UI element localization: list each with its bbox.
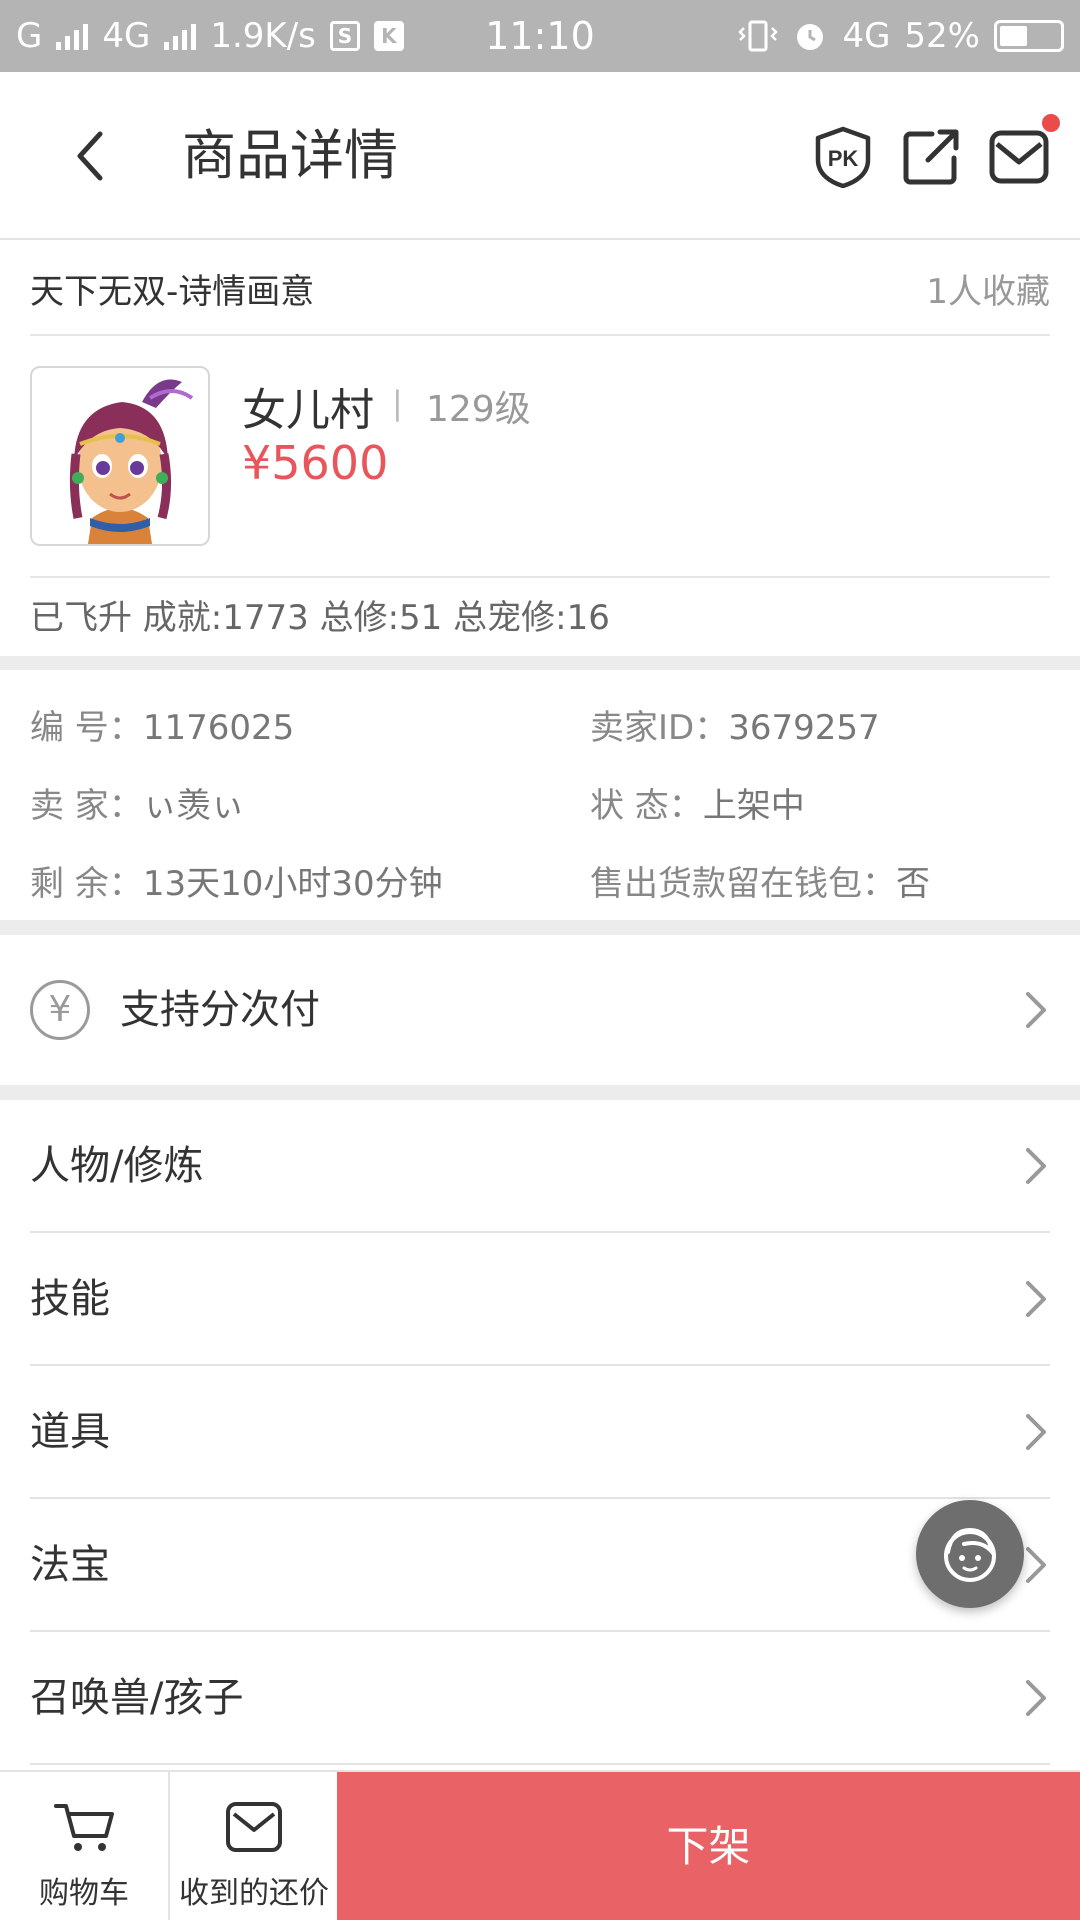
menu-item-label: 道具 xyxy=(30,1409,110,1455)
chevron-right-icon xyxy=(1026,1281,1046,1317)
info-status: 状 态：上架中 xyxy=(590,778,805,827)
cart-label: 购物车 xyxy=(39,1876,129,1911)
mail-icon xyxy=(989,130,1049,184)
cart-button[interactable]: 购物车 xyxy=(0,1772,168,1920)
section-divider xyxy=(0,1085,1080,1100)
info-remaining-label: 剩 余： xyxy=(30,864,143,904)
info-id: 编 号：1176025 xyxy=(30,700,294,749)
product-summary: 女儿村 | 129级 ¥5600 xyxy=(30,336,1050,578)
chevron-right-icon xyxy=(1026,1680,1046,1716)
battery-percent: 52% xyxy=(904,16,980,56)
pk-button[interactable]: PK xyxy=(810,124,876,190)
notification-dot xyxy=(1042,114,1060,132)
share-icon xyxy=(903,129,959,185)
character-level: 129级 xyxy=(426,389,531,430)
offers-button[interactable]: 收到的还价 xyxy=(170,1772,338,1920)
chevron-right-icon xyxy=(1026,1414,1046,1450)
listing-title-row: 天下无双-诗情画意 1人收藏 xyxy=(30,242,1050,336)
info-seller-label: 卖 家： xyxy=(30,786,143,826)
info-status-label: 状 态： xyxy=(590,786,703,826)
customer-service-button[interactable] xyxy=(916,1500,1024,1608)
info-seller-id: 卖家ID：3679257 xyxy=(590,700,880,749)
listing-info: 编 号：1176025 卖家ID：3679257 卖 家：ぃ羡ぃ 状 态：上架中… xyxy=(30,670,1050,920)
info-seller: 卖 家：ぃ羡ぃ xyxy=(30,778,245,827)
info-remaining: 剩 余：13天10小时30分钟 xyxy=(30,856,443,905)
status-bar: G 4G 1.9K/s S K 11:10 4G 52% xyxy=(0,0,1080,72)
delist-button[interactable]: 下架 xyxy=(337,1772,1080,1920)
network-type-right: 4G xyxy=(842,16,891,56)
share-button[interactable] xyxy=(898,124,964,190)
info-seller-value: ぃ羡ぃ xyxy=(142,786,245,826)
yuan-icon: ¥ xyxy=(30,980,90,1040)
svg-text:PK: PK xyxy=(828,146,859,171)
info-wallet: 售出货款留在钱包：否 xyxy=(590,856,930,905)
battery-icon xyxy=(994,20,1064,52)
info-status-value: 上架中 xyxy=(702,786,805,826)
chevron-right-icon xyxy=(1026,992,1046,1028)
installment-label: 支持分次付 xyxy=(120,987,320,1033)
info-wallet-value: 否 xyxy=(896,864,930,904)
message-button[interactable] xyxy=(986,114,1060,190)
info-seller-id-label: 卖家ID： xyxy=(590,708,729,748)
price: ¥5600 xyxy=(242,436,389,490)
info-id-label: 编 号： xyxy=(30,708,143,748)
favorites-count: 1人收藏 xyxy=(926,271,1050,312)
installment-payment-row[interactable]: ¥ 支持分次付 xyxy=(0,935,1080,1085)
customer-service-icon xyxy=(944,1527,996,1582)
info-id-value: 1176025 xyxy=(142,708,295,748)
alarm-icon xyxy=(797,24,824,50)
menu-item-treasures[interactable]: 法宝 xyxy=(30,1499,1050,1632)
back-button[interactable] xyxy=(50,116,130,196)
character-stats: 已飞升 成就:1773 总修:51 总宠修:16 xyxy=(30,598,610,638)
bottom-action-bar: 购物车 收到的还价 下架 xyxy=(0,1770,1080,1920)
mail-icon xyxy=(226,1802,282,1852)
vibrate-icon xyxy=(738,20,779,52)
status-bar-right: 4G 52% xyxy=(738,0,1064,72)
cart-icon xyxy=(54,1804,114,1851)
name-level-separator: | xyxy=(392,384,403,422)
pk-icon: PK xyxy=(815,126,871,188)
info-seller-id-value: 3679257 xyxy=(728,708,880,748)
menu-item-pets[interactable]: 召唤兽/孩子 xyxy=(30,1632,1050,1765)
back-icon xyxy=(77,131,103,181)
character-avatar xyxy=(30,366,210,546)
chevron-right-icon xyxy=(1026,1148,1046,1184)
menu-item-skills[interactable]: 技能 xyxy=(30,1233,1050,1366)
app-header: 商品详情 PK xyxy=(0,72,1080,240)
menu-item-items[interactable]: 道具 xyxy=(30,1366,1050,1499)
menu-item-label: 法宝 xyxy=(30,1542,110,1588)
detail-menu: 人物/修炼 技能 道具 法宝 召唤兽/孩子 xyxy=(0,1100,1080,1765)
listing-name: 天下无双-诗情画意 xyxy=(30,271,315,312)
menu-item-character[interactable]: 人物/修炼 xyxy=(30,1100,1050,1233)
character-school: 女儿村 xyxy=(242,385,374,436)
menu-item-label: 人物/修炼 xyxy=(30,1143,204,1189)
chevron-right-icon xyxy=(1026,1547,1046,1583)
info-remaining-value: 13天10小时30分钟 xyxy=(142,864,443,904)
menu-item-label: 召唤兽/孩子 xyxy=(30,1675,244,1721)
info-wallet-label: 售出货款留在钱包： xyxy=(590,864,896,904)
section-divider xyxy=(0,920,1080,935)
menu-item-label: 技能 xyxy=(30,1276,110,1322)
page-title: 商品详情 xyxy=(182,124,398,187)
section-divider xyxy=(0,656,1080,670)
offers-label: 收到的还价 xyxy=(179,1876,329,1911)
